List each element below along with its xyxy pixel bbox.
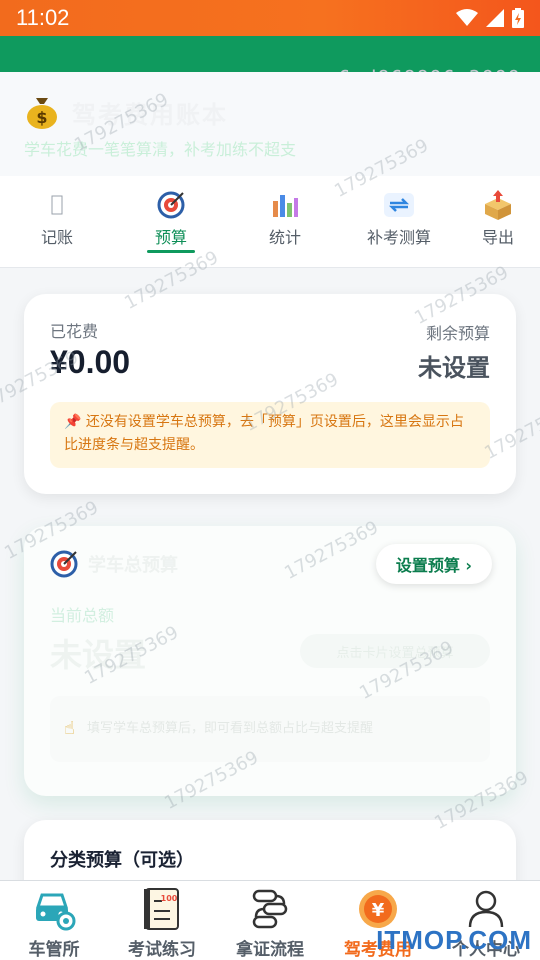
tab-retest-estimate[interactable]: 补考测算 bbox=[342, 176, 456, 267]
battery-icon bbox=[512, 8, 524, 28]
remaining-budget-value: 未设置 bbox=[418, 354, 490, 382]
bar-chart-icon bbox=[271, 190, 299, 220]
nav-license-process-label: 拿证流程 bbox=[236, 940, 304, 960]
money-bag-icon: $ bbox=[27, 98, 57, 129]
remaining-budget-label: 剩余预算 bbox=[425, 324, 490, 343]
ledger-icon bbox=[51, 190, 63, 220]
wifi-icon bbox=[456, 9, 478, 26]
tab-export[interactable]: 导出 bbox=[456, 176, 540, 267]
site-watermark: ITMOP.COM bbox=[376, 925, 532, 955]
signal-icon bbox=[486, 9, 504, 27]
page-title: 驾考费用账本 bbox=[72, 100, 228, 129]
current-total-value: 未设置 bbox=[50, 636, 147, 674]
tab-stats-label: 统计 bbox=[268, 228, 301, 247]
tab-ledger-label: 记账 bbox=[40, 228, 73, 247]
status-time: 11:02 bbox=[16, 5, 70, 30]
page-header: $ 驾考费用账本 学车花费一笔笔算清，补考加练不超支 bbox=[0, 72, 540, 176]
svg-text:$: $ bbox=[36, 108, 47, 127]
total-budget-card[interactable]: 学车总预算 设置预算 › 当前总额 未设置 点击卡片设置总预算 ☝ 填写学车总预… bbox=[24, 526, 516, 796]
tab-ledger[interactable]: 记账 bbox=[0, 176, 114, 267]
nav-exam-practice[interactable]: 100 考试练习 bbox=[108, 881, 216, 960]
car-service-icon bbox=[32, 887, 76, 931]
tab-export-label: 导出 bbox=[481, 228, 514, 247]
process-flow-icon bbox=[248, 887, 292, 931]
total-budget-header: 学车总预算 bbox=[50, 550, 178, 578]
svg-text:¥: ¥ bbox=[372, 900, 385, 921]
tab-budget[interactable]: 预算 bbox=[114, 176, 228, 267]
set-budget-pill[interactable]: 点击卡片设置总预算 bbox=[300, 634, 490, 668]
status-icons bbox=[456, 8, 524, 28]
repeat-icon bbox=[384, 190, 414, 220]
budget-hint-text: 填写学车总预算后，即可看到总额占比与超支提醒 bbox=[86, 721, 373, 736]
set-budget-button[interactable]: 设置预算 › bbox=[375, 544, 492, 584]
status-bar: 11:02 bbox=[0, 0, 540, 36]
target-icon bbox=[50, 550, 78, 578]
exam-notebook-icon: 100 bbox=[140, 887, 184, 931]
tab-budget-label: 预算 bbox=[154, 228, 187, 247]
active-tab-indicator bbox=[147, 250, 195, 253]
target-icon bbox=[157, 190, 185, 220]
total-budget-title: 学车总预算 bbox=[88, 555, 178, 576]
spent-value: ¥0.00 bbox=[50, 344, 131, 380]
current-total-label: 当前总额 bbox=[50, 606, 115, 625]
export-box-icon bbox=[483, 190, 513, 220]
section-tabs: 记账 预算 统计 补考测算 导出 bbox=[0, 176, 540, 268]
svg-text:100: 100 bbox=[161, 894, 178, 903]
budget-tip: 📌 还没有设置学车总预算，去「预算」页设置后，这里会显示占比进度条与超支提醒。 bbox=[50, 402, 490, 468]
nav-vehicle-office[interactable]: 车管所 bbox=[0, 881, 108, 960]
nav-license-process[interactable]: 拿证流程 bbox=[216, 881, 324, 960]
nav-vehicle-office-label: 车管所 bbox=[28, 940, 80, 960]
tab-retest-label: 补考测算 bbox=[366, 228, 431, 247]
nav-exam-practice-label: 考试练习 bbox=[128, 940, 196, 960]
budget-hint: ☝ 填写学车总预算后，即可看到总额占比与超支提醒 bbox=[50, 696, 490, 762]
spending-summary-card: 已花费 ¥0.00 剩余预算 未设置 📌 还没有设置学车总预算，去「预算」页设置… bbox=[24, 294, 516, 494]
spent-label: 已花费 bbox=[50, 322, 99, 341]
category-budget-title: 分类预算（可选） bbox=[50, 850, 194, 871]
tab-stats[interactable]: 统计 bbox=[228, 176, 342, 267]
page-subtitle: 学车花费一笔笔算清，补考加练不超支 bbox=[24, 140, 297, 159]
pointing-hand-icon: ☝ bbox=[64, 718, 75, 739]
